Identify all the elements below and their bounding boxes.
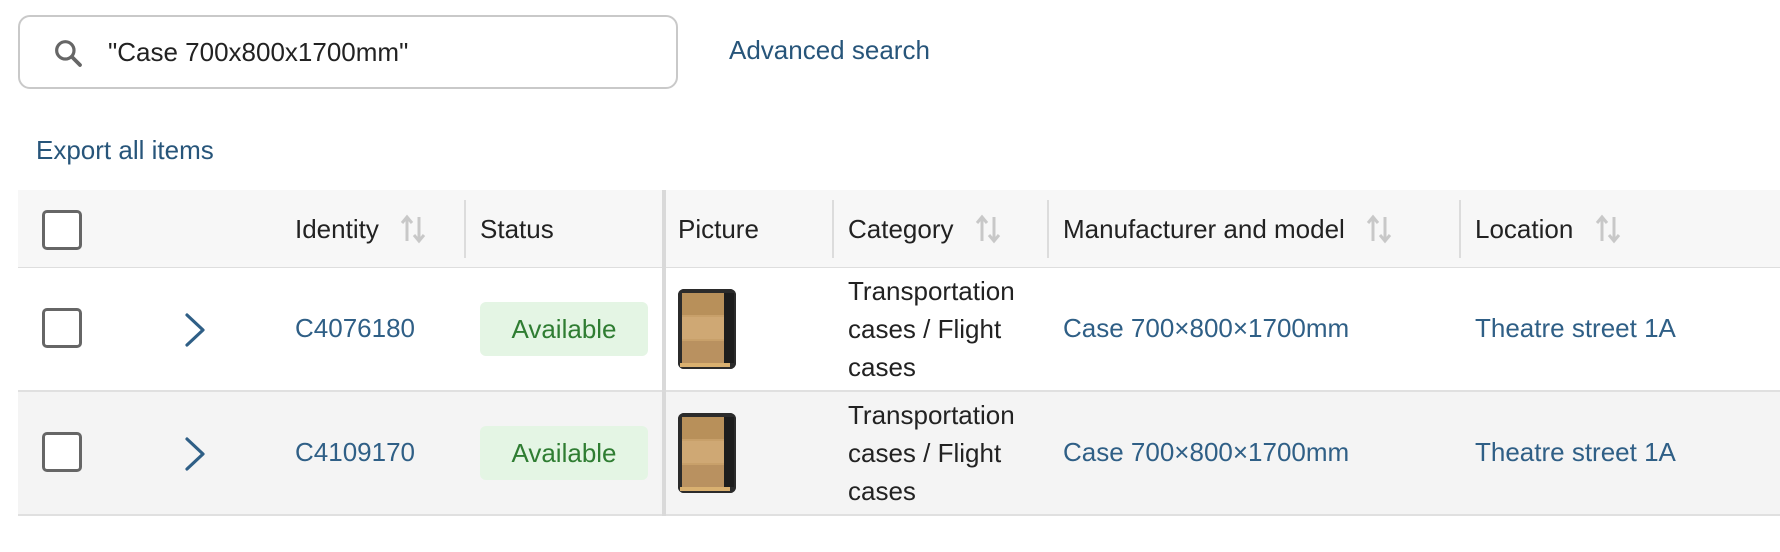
category-text: Transportation cases / Flight cases (848, 400, 1015, 506)
item-thumbnail[interactable] (678, 289, 736, 369)
search-input[interactable]: "Case 700x800x1700mm" (18, 15, 678, 89)
sticky-column-divider (662, 190, 666, 516)
category-text: Transportation cases / Flight cases (848, 276, 1015, 382)
chevron-right-icon[interactable] (182, 312, 208, 348)
items-table: Identity Status Picture Category Manufac… (18, 190, 1780, 516)
column-header-manufacturer[interactable]: Manufacturer and model (1063, 190, 1392, 268)
column-header-category[interactable]: Category (848, 190, 1001, 268)
item-thumbnail[interactable] (678, 413, 736, 493)
advanced-search-link[interactable]: Advanced search (729, 35, 930, 66)
search-value[interactable]: "Case 700x800x1700mm" (108, 17, 408, 87)
column-header-location[interactable]: Location (1475, 190, 1621, 268)
select-all-checkbox[interactable] (42, 210, 82, 250)
column-header-picture[interactable]: Picture (678, 190, 759, 268)
status-badge: Available (480, 426, 648, 480)
manufacturer-link[interactable]: Case 700×800×1700mm (1063, 313, 1349, 344)
sort-icon[interactable] (400, 213, 426, 245)
location-link[interactable]: Theatre street 1A (1475, 437, 1676, 468)
location-link[interactable]: Theatre street 1A (1475, 313, 1676, 344)
status-badge: Available (480, 302, 648, 356)
sort-icon[interactable] (1595, 213, 1621, 245)
column-divider[interactable] (464, 200, 466, 258)
column-divider[interactable] (1047, 200, 1049, 258)
column-header-identity[interactable]: Identity (295, 190, 426, 268)
table-row[interactable]: C4076180 Available Transportation cases … (18, 268, 1780, 392)
case-image (678, 413, 736, 493)
table-header: Identity Status Picture Category Manufac… (18, 190, 1780, 268)
column-divider[interactable] (832, 200, 834, 258)
table-row[interactable]: C4109170 Available Transportation cases … (18, 392, 1780, 516)
case-image (678, 289, 736, 369)
manufacturer-link[interactable]: Case 700×800×1700mm (1063, 437, 1349, 468)
sort-icon[interactable] (975, 213, 1001, 245)
chevron-right-icon[interactable] (182, 436, 208, 472)
column-divider[interactable] (1459, 200, 1461, 258)
row-checkbox[interactable] (42, 432, 82, 472)
identity-link[interactable]: C4109170 (295, 437, 415, 468)
row-checkbox[interactable] (42, 308, 82, 348)
search-icon (55, 40, 82, 67)
identity-link[interactable]: C4076180 (295, 313, 415, 344)
column-header-status[interactable]: Status (480, 190, 554, 268)
sort-icon[interactable] (1366, 213, 1392, 245)
export-all-items-link[interactable]: Export all items (36, 135, 214, 166)
